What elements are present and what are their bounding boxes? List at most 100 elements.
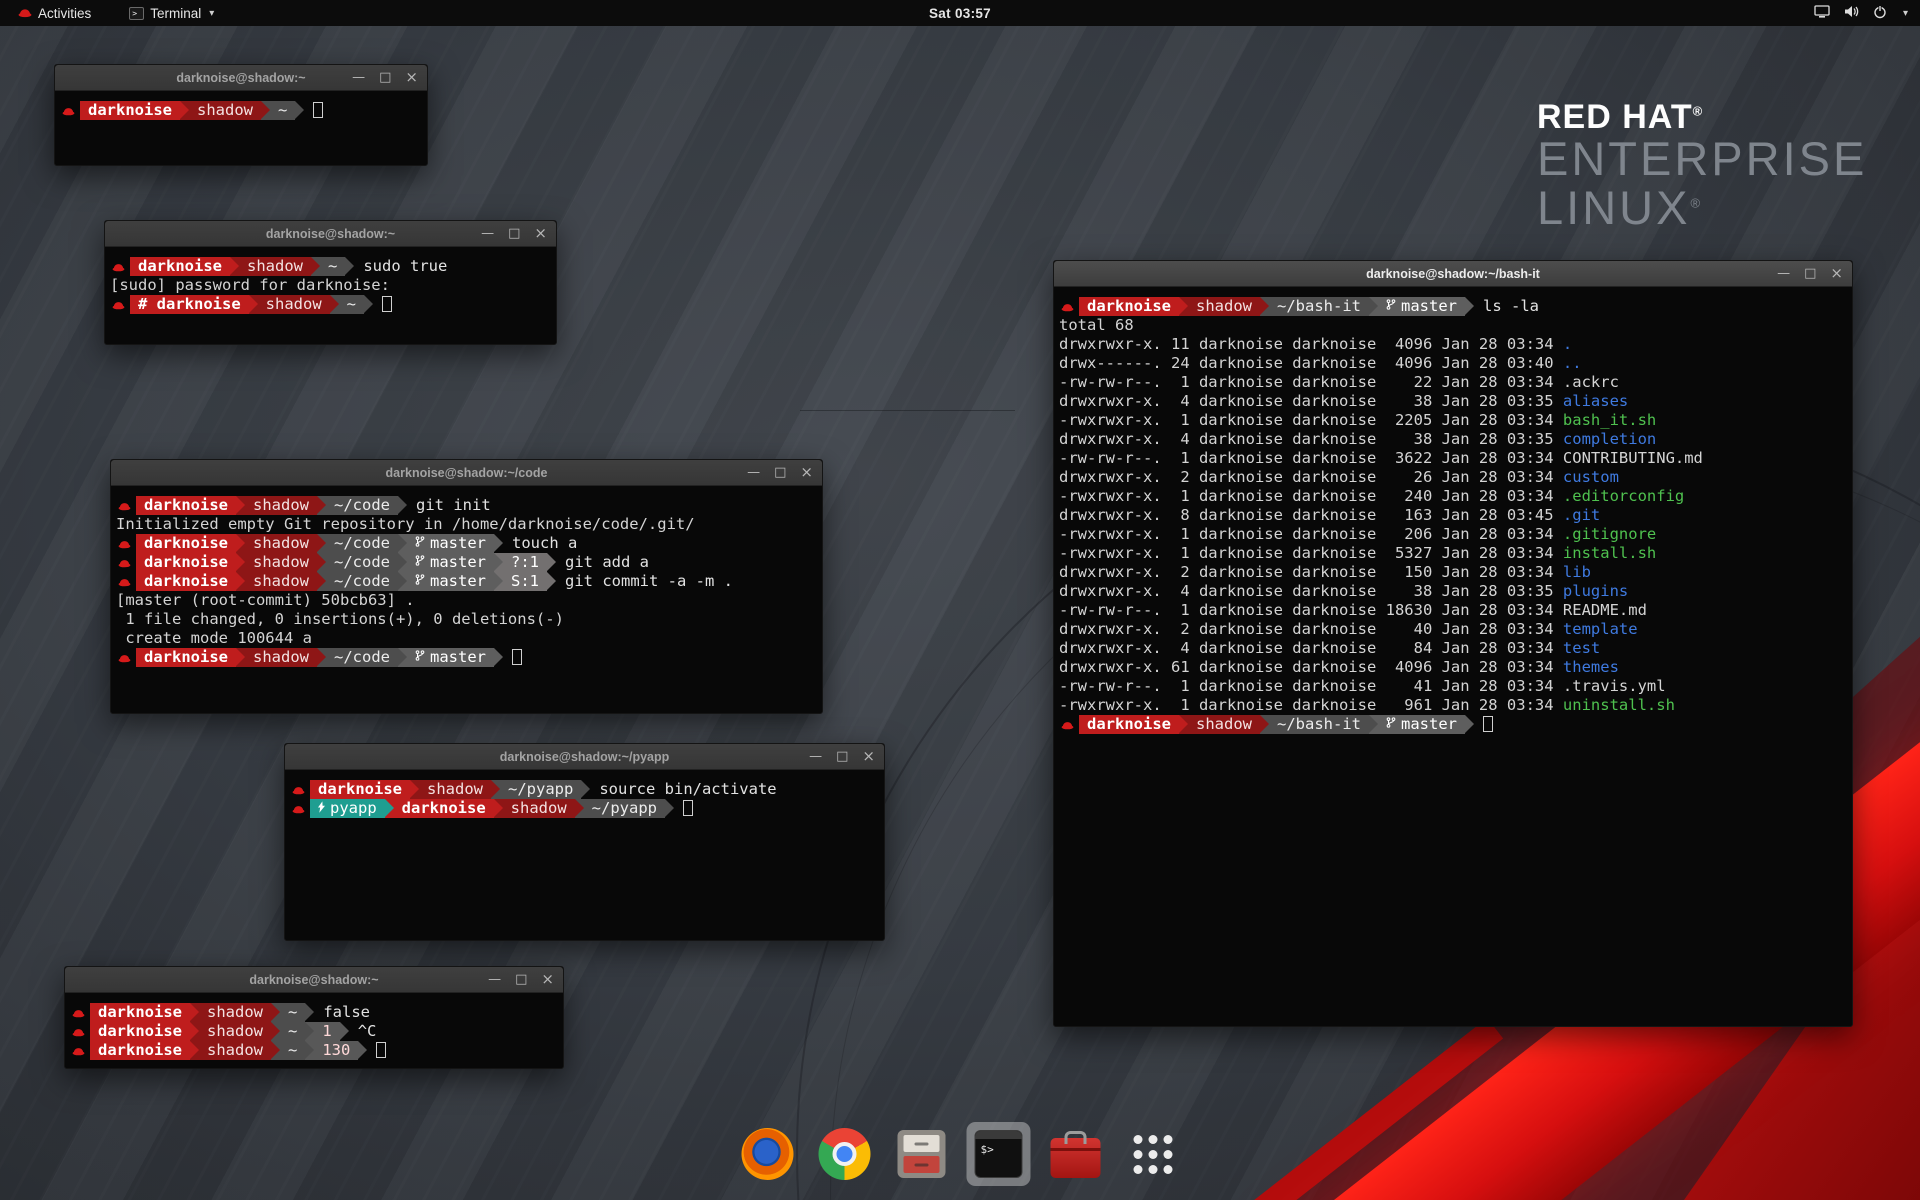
terminal-line: darknoiseshadow~/codemastertouch a <box>116 534 822 553</box>
brand-red-hat: RED HAT <box>1537 98 1693 136</box>
prompt-user-segment: darknoise <box>136 572 236 591</box>
terminal-body[interactable]: darknoiseshadow~/codegit initInitialized… <box>111 486 822 713</box>
powerline-separator <box>1179 715 1188 734</box>
powerline-separator <box>180 101 189 120</box>
terminal-line: darknoiseshadow~1^C <box>70 1022 563 1041</box>
close-button[interactable]: × <box>800 465 813 480</box>
terminal-line: -rwxrwxr-x. 1 darknoise darknoise 2205 J… <box>1059 411 1852 430</box>
output-text: drwxrwxr-x. 4 darknoise darknoise 84 Jan… <box>1059 639 1563 657</box>
prompt-git-branch-segment: master <box>407 648 494 667</box>
window-titlebar[interactable]: darknoise@shadow:~/bash-it — □ × <box>1054 261 1852 287</box>
command-text: ^C <box>349 1022 377 1040</box>
terminal-line: [sudo] password for darknoise: <box>110 276 556 295</box>
window-titlebar[interactable]: darknoise@shadow:~/pyapp — □ × <box>285 744 884 770</box>
terminal-line: -rw-rw-r--. 1 darknoise darknoise 3622 J… <box>1059 449 1852 468</box>
prompt-directory-segment: ~/bash-it <box>1269 297 1369 316</box>
executable-name: bash_it.sh <box>1563 411 1656 429</box>
close-button[interactable]: × <box>862 749 875 764</box>
prompt-host-segment: shadow <box>245 553 317 572</box>
close-button[interactable]: × <box>541 972 554 987</box>
system-status-area[interactable]: ▾ <box>1814 0 1920 26</box>
powerline-separator <box>581 780 590 799</box>
powerline-separator <box>317 648 326 667</box>
terminal-line: darknoiseshadow~/bash-itmasterls -la <box>1059 297 1852 316</box>
dock-software-toolbox-icon[interactable] <box>1044 1122 1108 1186</box>
prompt-host-segment: shadow <box>189 101 261 120</box>
powerline-separator <box>261 101 270 120</box>
terminal-body[interactable]: darknoiseshadow~/pyappsource bin/activat… <box>285 770 884 940</box>
maximize-button[interactable]: □ <box>1804 267 1816 280</box>
close-button[interactable]: × <box>405 70 418 85</box>
terminal-line: -rw-rw-r--. 1 darknoise darknoise 41 Jan… <box>1059 677 1852 696</box>
minimize-button[interactable]: — <box>352 71 365 84</box>
app-menu-label: Terminal <box>150 6 201 21</box>
terminal-line: darknoiseshadow~/codemaster <box>116 648 822 667</box>
prompt-directory-segment: ~ <box>280 1003 305 1022</box>
minimize-button[interactable]: — <box>747 466 760 479</box>
directory-name: template <box>1563 620 1638 638</box>
terminal-body[interactable]: darknoiseshadow~falsedarknoiseshadow~1^C… <box>65 993 563 1068</box>
command-text: git add a <box>556 553 649 571</box>
terminal-body[interactable]: darknoiseshadow~/bash-itmasterls -latota… <box>1054 287 1852 1026</box>
powerline-separator <box>236 496 245 515</box>
prompt-directory-segment: ~/bash-it <box>1269 715 1369 734</box>
registered-mark: ® <box>1690 196 1703 211</box>
minimize-button[interactable]: — <box>1777 267 1790 280</box>
dock-firefox-icon[interactable] <box>736 1122 800 1186</box>
minimize-button[interactable]: — <box>488 973 501 986</box>
output-text: -rw-rw-r--. 1 darknoise darknoise 18630 … <box>1059 601 1647 619</box>
clock[interactable]: Sat 03:57 <box>929 6 991 21</box>
window-title: darknoise@shadow:~ <box>266 227 395 241</box>
prompt-user-segment: darknoise <box>1079 297 1179 316</box>
output-text: -rwxrwxr-x. 1 darknoise darknoise 961 Ja… <box>1059 696 1563 714</box>
prompt-directory-segment: ~ <box>339 295 364 314</box>
prompt-directory-segment: ~ <box>280 1022 305 1041</box>
redhat-icon <box>70 1041 90 1060</box>
redhat-icon <box>116 648 136 667</box>
powerline-separator <box>317 496 326 515</box>
dock-chrome-icon[interactable] <box>813 1122 877 1186</box>
dock-app-grid-icon[interactable] <box>1121 1122 1185 1186</box>
minimize-button[interactable]: — <box>481 227 494 240</box>
terminal-line: pyappdarknoiseshadow~/pyapp <box>290 799 884 818</box>
powerline-separator <box>190 1022 199 1041</box>
window-titlebar[interactable]: darknoise@shadow:~ — □ × <box>55 65 427 91</box>
terminal-window: darknoise@shadow:~ — □ × darknoiseshadow… <box>104 220 557 345</box>
maximize-button[interactable]: □ <box>508 227 520 240</box>
maximize-button[interactable]: □ <box>774 466 786 479</box>
output-text: drwxrwxr-x. 2 darknoise darknoise 26 Jan… <box>1059 468 1563 486</box>
maximize-button[interactable]: □ <box>515 973 527 986</box>
window-titlebar[interactable]: darknoise@shadow:~ — □ × <box>65 967 563 993</box>
terminal-body[interactable]: darknoiseshadow~sudo true[sudo] password… <box>105 247 556 344</box>
window-titlebar[interactable]: darknoise@shadow:~/code — □ × <box>111 460 822 486</box>
window-title: darknoise@shadow:~/pyapp <box>500 750 670 764</box>
window-titlebar[interactable]: darknoise@shadow:~ — □ × <box>105 221 556 247</box>
dock-terminal-icon[interactable]: $> <box>967 1122 1031 1186</box>
registered-mark: ® <box>1693 104 1704 119</box>
output-text: drwxrwxr-x. 4 darknoise darknoise 38 Jan… <box>1059 430 1563 448</box>
activities-button[interactable]: Activities <box>10 0 99 26</box>
output-text: -rw-rw-r--. 1 darknoise darknoise 41 Jan… <box>1059 677 1666 695</box>
app-menu-terminal[interactable]: > Terminal ▾ <box>121 0 222 26</box>
prompt-directory-segment: ~/code <box>326 648 398 667</box>
powerline-separator <box>305 1003 314 1022</box>
powerline-separator <box>1179 297 1188 316</box>
maximize-button[interactable]: □ <box>836 750 848 763</box>
directory-name: plugins <box>1563 582 1628 600</box>
maximize-button[interactable]: □ <box>379 71 391 84</box>
output-text: -rw-rw-r--. 1 darknoise darknoise 22 Jan… <box>1059 373 1619 391</box>
minimize-button[interactable]: — <box>809 750 822 763</box>
command-text: git init <box>407 496 491 514</box>
prompt-exit-code-segment: 1 <box>314 1022 339 1041</box>
terminal-body[interactable]: darknoiseshadow~ <box>55 91 427 165</box>
prompt-user-segment: darknoise <box>310 780 410 799</box>
powerline-separator <box>494 534 503 553</box>
dock-files-icon[interactable] <box>890 1122 954 1186</box>
close-button[interactable]: × <box>534 226 547 241</box>
powerline-separator <box>1369 297 1378 316</box>
powerline-separator <box>317 553 326 572</box>
powerline-separator <box>491 780 500 799</box>
terminal-window: darknoise@shadow:~/pyapp — □ × darknoise… <box>284 743 885 941</box>
terminal-line: darknoiseshadow~sudo true <box>110 257 556 276</box>
close-button[interactable]: × <box>1830 266 1843 281</box>
